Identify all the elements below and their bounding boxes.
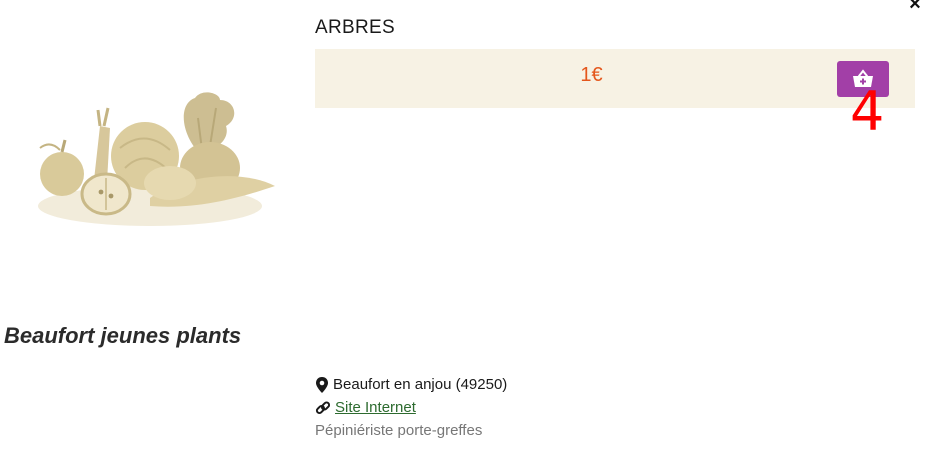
location-row: Beaufort en anjou (49250) bbox=[315, 373, 507, 396]
close-icon[interactable]: × bbox=[905, 0, 925, 15]
annotation-number: 4 bbox=[850, 80, 885, 143]
category-text: Pépiniériste porte-greffes bbox=[315, 422, 483, 439]
producer-name: Beaufort jeunes plants bbox=[4, 323, 242, 348]
map-marker-icon bbox=[316, 376, 328, 393]
price-label: 1€ bbox=[580, 64, 603, 86]
produce-illustration bbox=[30, 88, 280, 238]
category-row: Pépiniériste porte-greffes bbox=[315, 419, 507, 442]
price-bar: 1€ bbox=[315, 49, 915, 108]
website-link[interactable]: Site Internet bbox=[335, 399, 416, 416]
product-title: ARBRES bbox=[315, 17, 395, 38]
link-icon bbox=[315, 400, 331, 414]
producer-info: Beaufort en anjou (49250) Site Internet … bbox=[315, 373, 507, 442]
location-text: Beaufort en anjou (49250) bbox=[333, 376, 508, 393]
website-row: Site Internet bbox=[315, 396, 507, 419]
